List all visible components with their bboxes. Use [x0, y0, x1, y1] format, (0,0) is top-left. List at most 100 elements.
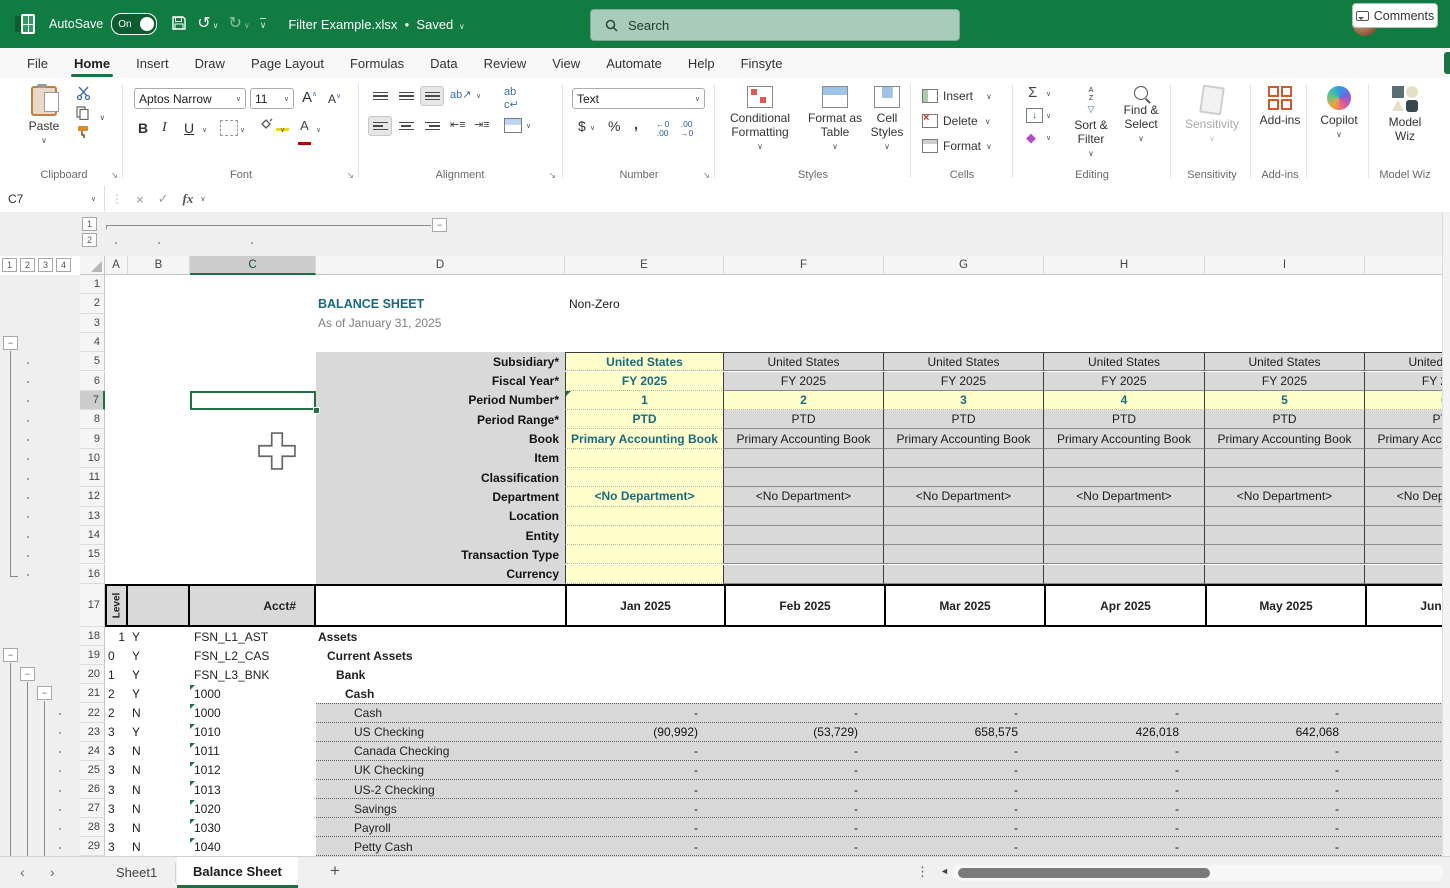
cell-F9[interactable]: Primary Accounting Book — [724, 429, 884, 448]
column-outline-collapse-button[interactable]: − — [432, 218, 447, 232]
accounting-format-button[interactable]: $ — [578, 118, 586, 134]
conditional-formatting-button[interactable]: Conditional Formatting ∨ — [720, 86, 800, 151]
row-header-19[interactable]: 19 — [80, 646, 105, 665]
cell-I6[interactable]: FY 2025 — [1205, 372, 1365, 391]
row-header-2[interactable]: 2 — [80, 294, 105, 313]
undo-button[interactable]: ↺∨ — [197, 16, 218, 32]
search-input[interactable]: Search — [590, 9, 960, 41]
row-header-13[interactable]: 13 — [80, 507, 105, 526]
cell-A27[interactable]: 3 — [105, 799, 128, 818]
cell-E26[interactable]: - — [565, 780, 724, 799]
row-header-4[interactable]: 4 — [80, 333, 105, 352]
paste-button[interactable]: Paste ∨ — [22, 86, 66, 145]
cell-F15[interactable] — [724, 545, 884, 564]
ribbon-tab-draw[interactable]: Draw — [182, 48, 238, 78]
copilot-button[interactable]: Copilot ∨ — [1315, 86, 1363, 139]
cell-B19[interactable]: Y — [128, 646, 190, 665]
font-color-dropdown[interactable]: ∨ — [316, 126, 321, 134]
cell-A29[interactable]: 3 — [105, 837, 128, 856]
row-header-12[interactable]: 12 — [80, 487, 105, 506]
cell-A21[interactable]: 2 — [105, 684, 128, 703]
cell-J11[interactable] — [1365, 468, 1442, 487]
font-size-select[interactable]: 11∨ — [250, 88, 294, 109]
sheet-tab-balance-sheet[interactable]: Balance Sheet — [177, 857, 298, 888]
column-header-I[interactable]: I — [1205, 256, 1365, 275]
row-header-18[interactable]: 18 — [80, 627, 105, 646]
cell-D19[interactable]: Current Assets — [316, 646, 565, 665]
cell-E27[interactable]: - — [565, 799, 724, 818]
cell-I16[interactable] — [1205, 565, 1365, 584]
name-box[interactable]: C7 ∨ — [0, 186, 105, 212]
cell-I5[interactable]: United States — [1205, 352, 1365, 371]
cell-E5[interactable]: United States — [565, 352, 724, 371]
month-header-may-2025[interactable]: May 2025 — [1205, 586, 1365, 625]
wrap-text-button[interactable]: abc↵ — [504, 86, 519, 111]
number-dialog-launcher[interactable]: ↘ — [702, 170, 710, 181]
row-header-7[interactable]: 7 — [80, 391, 105, 410]
cell-E6[interactable]: FY 2025 — [565, 372, 724, 391]
column-header-E[interactable]: E — [565, 256, 724, 275]
cell-F22[interactable]: - — [724, 703, 884, 722]
cell-B27[interactable]: N — [128, 799, 190, 818]
cell-H26[interactable]: - — [1044, 780, 1205, 799]
cell-F26[interactable]: - — [724, 780, 884, 799]
format-as-table-button[interactable]: Format as Table ∨ — [804, 86, 866, 151]
row-header-28[interactable]: 28 — [80, 818, 105, 837]
cell-F10[interactable] — [724, 449, 884, 468]
cell-J8[interactable]: PTD — [1365, 410, 1442, 429]
cell-C23[interactable]: 1010 — [190, 723, 316, 742]
cell-H7[interactable]: 4 — [1044, 391, 1205, 410]
cell-D21[interactable]: Cash — [316, 684, 565, 703]
cell-I11[interactable] — [1205, 468, 1365, 487]
increase-decimal-button[interactable]: ←0.00 — [656, 120, 669, 137]
cell-G24[interactable]: - — [884, 742, 1044, 761]
report-subtitle[interactable]: As of January 31, 2025 — [318, 314, 441, 333]
cell-E23[interactable]: (90,992) — [565, 723, 724, 742]
insert-function-icon[interactable]: fx — [183, 191, 194, 207]
horizontal-scrollbar-thumb[interactable] — [958, 868, 1210, 878]
cell-B26[interactable]: N — [128, 780, 190, 799]
fill-button[interactable]: ↓ — [1026, 108, 1043, 123]
cell-E10[interactable] — [565, 449, 724, 468]
cell-I12[interactable]: <No Department> — [1205, 487, 1365, 506]
italic-button[interactable]: I — [162, 120, 167, 136]
row-header-11[interactable]: 11 — [80, 468, 105, 487]
column-header-C[interactable]: C — [190, 256, 316, 275]
cell-I24[interactable]: - — [1205, 742, 1365, 761]
cell-G8[interactable]: PTD — [884, 410, 1044, 429]
orientation-dropdown[interactable]: ∨ — [476, 92, 481, 100]
cell-G11[interactable] — [884, 468, 1044, 487]
align-right-button[interactable] — [420, 116, 444, 136]
cell-D28[interactable]: Payroll — [316, 818, 565, 837]
cell-E24[interactable]: - — [565, 742, 724, 761]
month-header-apr-2025[interactable]: Apr 2025 — [1044, 586, 1205, 625]
ribbon-tab-review[interactable]: Review — [471, 48, 540, 78]
ribbon-tab-view[interactable]: View — [539, 48, 593, 78]
cell-styles-button[interactable]: Cell Styles ∨ — [866, 86, 908, 151]
cell-G26[interactable]: - — [884, 780, 1044, 799]
month-header-jan-2025[interactable]: Jan 2025 — [565, 586, 724, 625]
cell-G29[interactable]: - — [884, 837, 1044, 856]
row-header-10[interactable]: 10 — [80, 449, 105, 468]
cell-D23[interactable]: US Checking — [316, 723, 565, 742]
cell-E29[interactable]: - — [565, 837, 724, 856]
share-button-edge[interactable] — [1444, 52, 1450, 74]
cell-B22[interactable]: N — [128, 703, 190, 722]
cell-H12[interactable]: <No Department> — [1044, 487, 1205, 506]
cell-C20[interactable]: FSN_L3_BNK — [190, 665, 316, 684]
ribbon-tab-finsyte[interactable]: Finsyte — [728, 48, 796, 78]
ribbon-tab-formulas[interactable]: Formulas — [337, 48, 417, 78]
report-title[interactable]: BALANCE SHEET — [318, 294, 424, 313]
cell-E25[interactable]: - — [565, 761, 724, 780]
cell-C19[interactable]: FSN_L2_CAS — [190, 646, 316, 665]
comma-style-button[interactable]: , — [634, 116, 638, 132]
row-outline-level-button-2[interactable]: 2 — [20, 258, 35, 272]
row-header-21[interactable]: 21 — [80, 684, 105, 703]
underline-dropdown[interactable]: ∨ — [202, 126, 207, 134]
cell-A23[interactable]: 3 — [105, 723, 128, 742]
cell-D20[interactable]: Bank — [316, 665, 565, 684]
save-icon[interactable] — [171, 15, 187, 34]
cell-G5[interactable]: United States — [884, 352, 1044, 371]
ribbon-tab-file[interactable]: File — [14, 48, 61, 78]
cell-A20[interactable]: 1 — [105, 665, 128, 684]
